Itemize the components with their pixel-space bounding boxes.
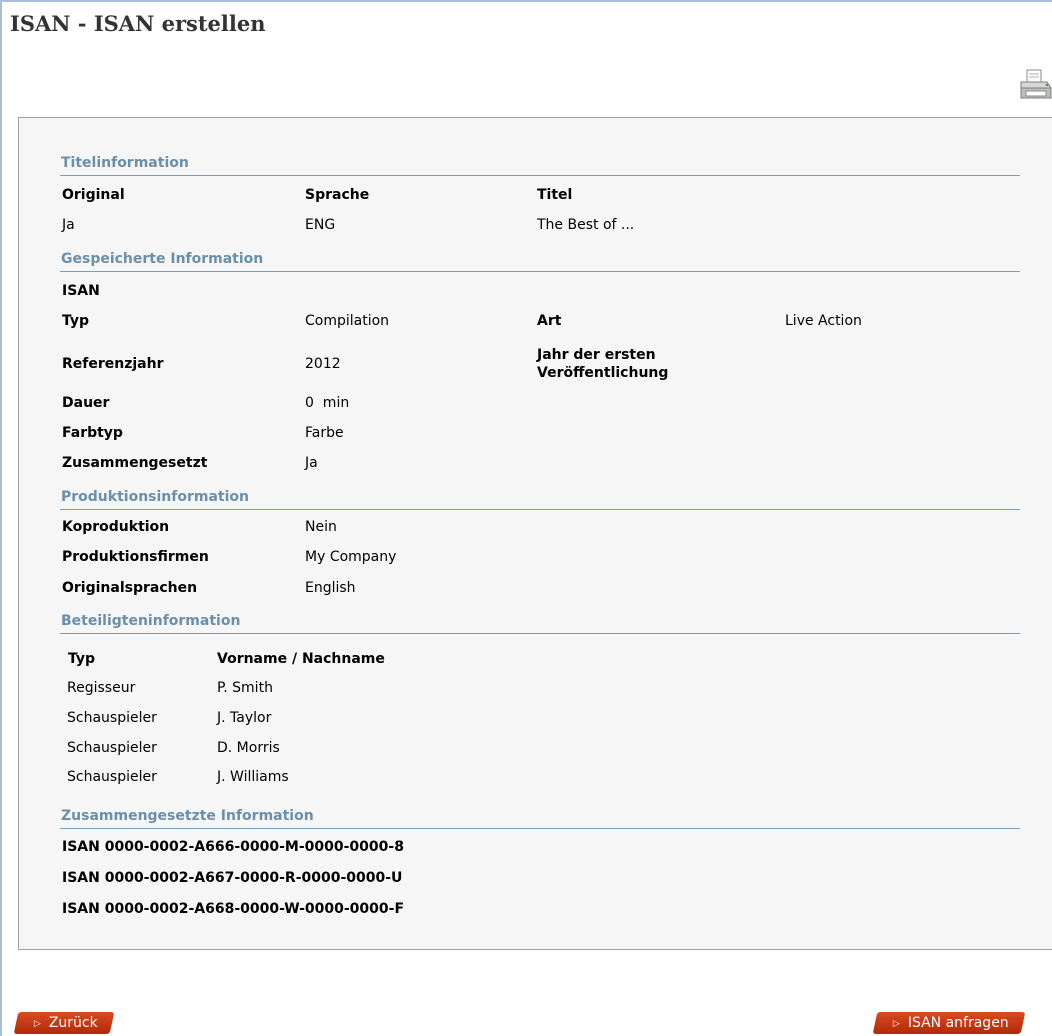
art-label: Art: [537, 313, 562, 329]
originalsprachen-value: English: [305, 580, 356, 596]
isan-label: ISAN: [62, 283, 100, 299]
section-beteiligteninformation: Beteiligteninformation: [60, 613, 1020, 634]
column-header-original: Original: [62, 187, 125, 203]
section-heading: Gespeicherte Information: [61, 251, 264, 267]
window-frame-left: [0, 0, 2, 1036]
participant-type: Regisseur: [67, 680, 136, 696]
referenzjahr-value: 2012: [305, 356, 341, 372]
erstveroeffentlichung-label: Jahr der ersten Veröffentlichung: [537, 347, 669, 381]
column-header-sprache: Sprache: [305, 187, 370, 203]
participant-type: Schauspieler: [67, 740, 157, 756]
zusammengesetzt-value: Ja: [305, 455, 318, 471]
dauer-value: 0 min: [305, 395, 350, 411]
composite-isan: ISAN 0000-0002-A666-0000-M-0000-0000-8: [62, 839, 404, 855]
koproduktion-value: Nein: [305, 519, 337, 535]
section-gespeicherte-information: Gespeicherte Information: [60, 251, 1020, 272]
participant-type: Schauspieler: [67, 769, 157, 785]
isan-request-button[interactable]: ▷ ISAN anfragen: [872, 1012, 1026, 1034]
sprache-value: ENG: [305, 217, 336, 233]
typ-label: Typ: [62, 313, 90, 329]
section-titelinformation: Titelinformation: [60, 155, 1020, 176]
referenzjahr-label: Referenzjahr: [62, 356, 164, 372]
titel-value: The Best of ...: [537, 217, 635, 233]
original-value: Ja: [62, 217, 75, 233]
participant-name: J. Taylor: [217, 710, 272, 726]
participant-name: D. Morris: [217, 740, 280, 756]
art-value: Live Action: [785, 313, 862, 329]
play-arrow-icon: ▷: [33, 1019, 41, 1029]
section-produktionsinformation: Produktionsinformation: [60, 489, 1020, 510]
play-arrow-icon: ▷: [892, 1019, 900, 1029]
koproduktion-label: Koproduktion: [62, 519, 170, 535]
typ-value: Compilation: [305, 313, 390, 329]
section-zusammengesetzte-information: Zusammengesetzte Information: [60, 808, 1020, 829]
column-header-name: Vorname / Nachname: [217, 651, 385, 667]
composite-isan: ISAN 0000-0002-A668-0000-W-0000-0000-F: [62, 901, 405, 917]
column-header-titel: Titel: [537, 187, 573, 203]
participant-name: J. Williams: [217, 769, 289, 785]
back-button-label: Zurück: [48, 1015, 98, 1031]
section-heading: Beteiligteninformation: [61, 613, 241, 629]
section-heading: Produktionsinformation: [61, 489, 249, 505]
printer-icon[interactable]: [1018, 68, 1052, 104]
produktionsfirmen-label: Produktionsfirmen: [62, 549, 209, 565]
participant-name: P. Smith: [217, 680, 273, 696]
composite-isan: ISAN 0000-0002-A667-0000-R-0000-0000-U: [62, 870, 403, 886]
section-heading: Titelinformation: [61, 155, 189, 171]
dauer-label: Dauer: [62, 395, 110, 411]
farbtyp-value: Farbe: [305, 425, 344, 441]
farbtyp-label: Farbtyp: [62, 425, 123, 441]
zusammengesetzt-label: Zusammengesetzt: [62, 455, 208, 471]
section-heading: Zusammengesetzte Information: [61, 808, 314, 824]
produktionsfirmen-value: My Company: [305, 549, 397, 565]
participant-type: Schauspieler: [67, 710, 157, 726]
isan-request-button-label: ISAN anfragen: [907, 1015, 1009, 1031]
page-title: ISAN - ISAN erstellen: [10, 11, 266, 36]
window-frame-top: [0, 0, 1052, 2]
originalsprachen-label: Originalsprachen: [62, 580, 198, 596]
back-button[interactable]: ▷ Zurück: [13, 1012, 115, 1034]
column-header-typ: Typ: [68, 651, 96, 667]
